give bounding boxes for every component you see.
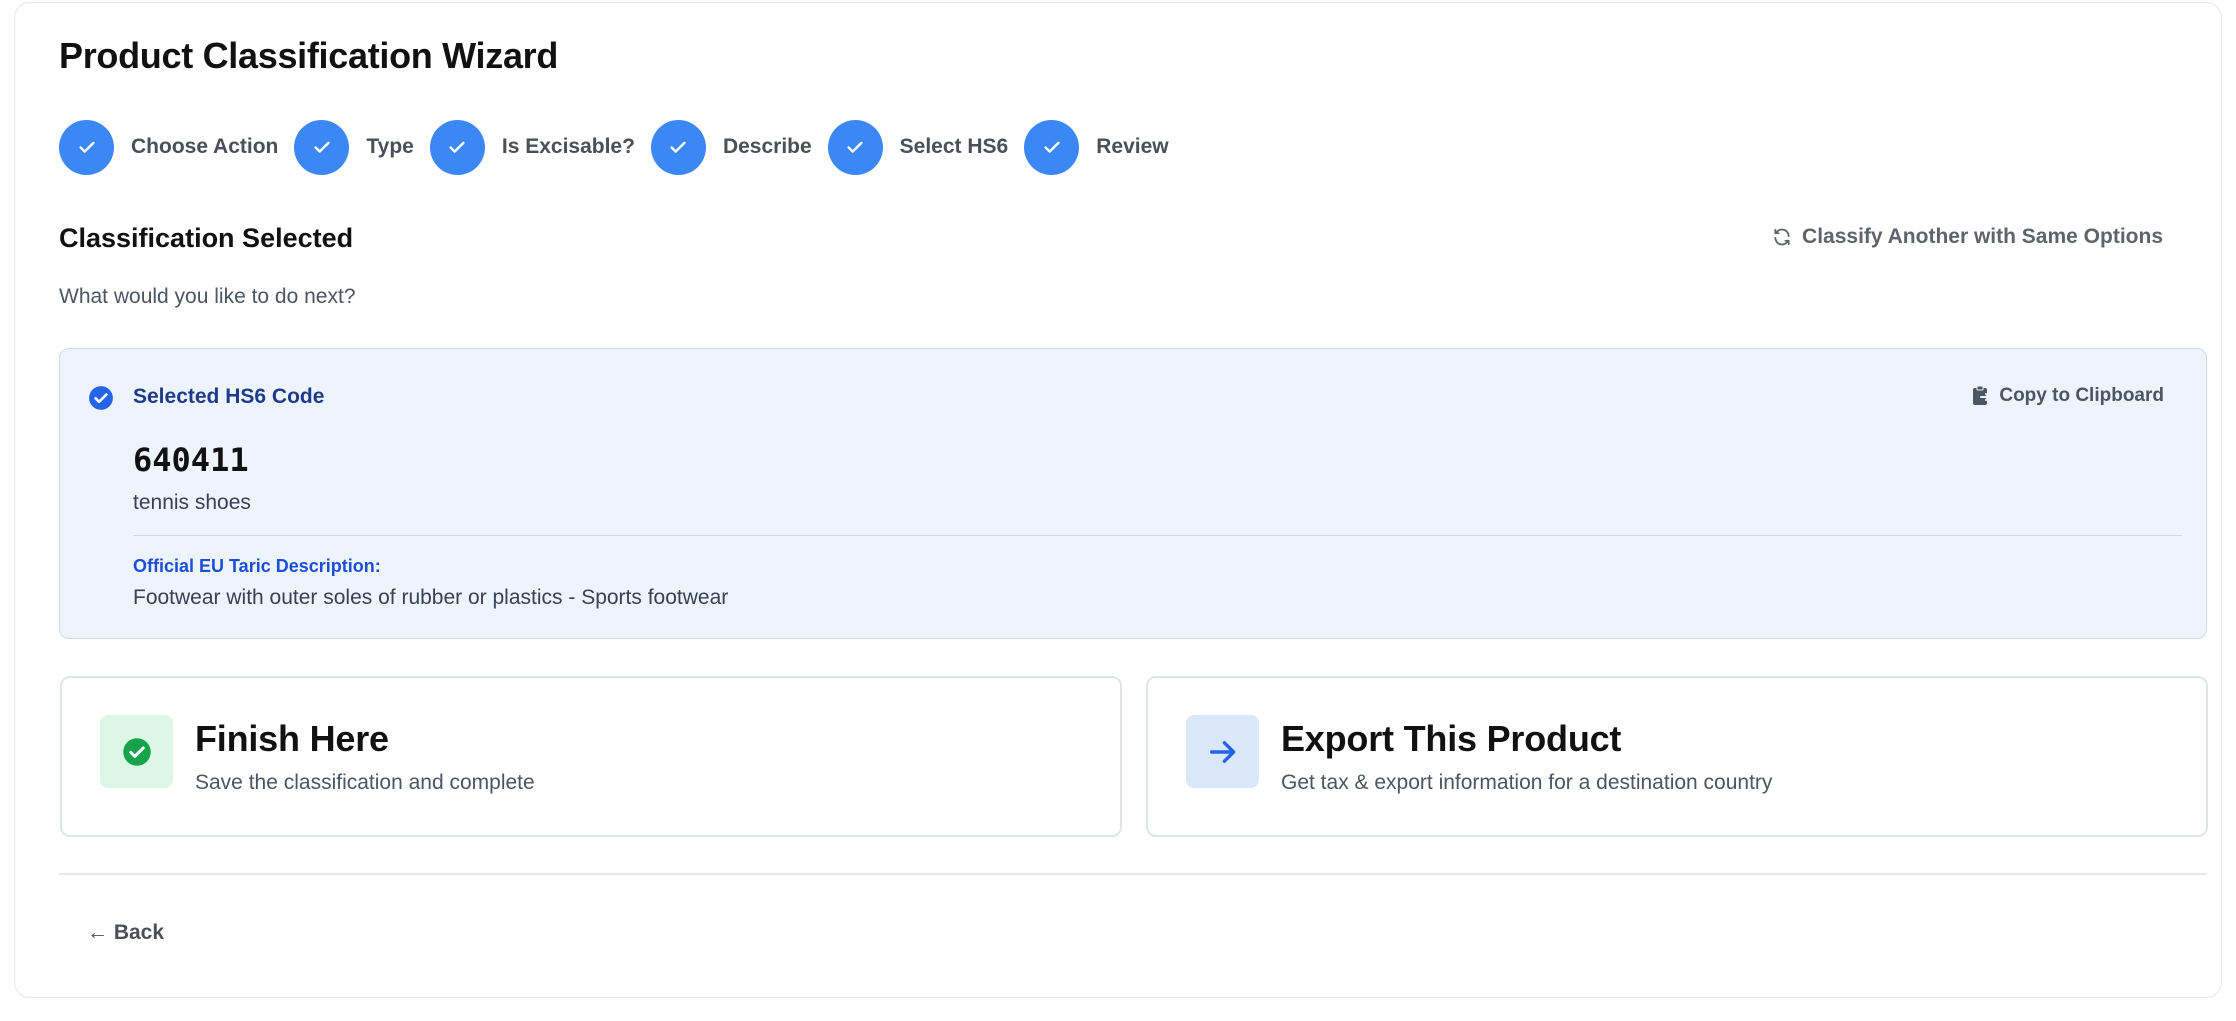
finish-title: Finish Here [195,718,389,759]
check-icon [294,119,350,175]
step-label: Select HS6 [899,135,1009,158]
check-circle-icon [122,737,151,766]
taric-description: Footwear with outer soles of rubber or p… [133,586,729,609]
clipboard-icon [1973,385,1991,405]
step-label: Review [1096,135,1169,158]
check-icon [1024,119,1080,175]
export-product-button[interactable]: Export This Product Get tax & export inf… [1146,676,2208,837]
page-title: Product Classification Wizard [59,35,559,76]
finish-subtitle: Save the classification and complete [195,771,535,794]
hs6-code: 640411 [133,441,249,479]
step-label: Type [366,135,414,158]
copy-to-clipboard-button[interactable]: Copy to Clipboard [1971,385,2164,407]
step-type[interactable]: Type [294,119,414,175]
stepper: Choose Action Type Is Excisable? Describ… [59,119,1185,175]
taric-label: Official EU Taric Description: [133,556,381,576]
footer-divider [59,873,2207,875]
check-icon [59,119,114,175]
section-title: Classification Selected [59,223,354,253]
selected-hs6-panel: Selected HS6 Code Copy to Clipboard 6404… [59,348,2207,639]
check-circle-icon [89,386,113,410]
step-label: Choose Action [131,135,279,158]
export-subtitle: Get tax & export information for a desti… [1281,771,1773,794]
selected-hs6-label: Selected HS6 Code [133,385,325,408]
finish-icon-box [100,715,173,788]
check-icon [650,119,706,175]
arrow-right-icon [1209,740,1235,763]
check-icon [827,119,883,175]
check-icon [429,119,485,175]
finish-here-button[interactable]: Finish Here Save the classification and … [60,676,1122,837]
step-select-hs6[interactable]: Select HS6 [827,119,1009,175]
wizard-card: Product Classification Wizard Choose Act… [14,2,2222,998]
step-describe[interactable]: Describe [650,119,812,175]
step-label: Is Excisable? [501,135,635,158]
export-title: Export This Product [1281,718,1622,759]
export-icon-box [1186,715,1259,788]
step-review[interactable]: Review [1024,119,1169,175]
panel-divider [133,535,2182,536]
refresh-icon [1774,228,1790,246]
step-choose-action[interactable]: Choose Action [59,119,279,175]
copy-to-clipboard-label: Copy to Clipboard [1999,385,2164,406]
classify-another-label: Classify Another with Same Options [1802,225,2163,248]
step-is-excisable[interactable]: Is Excisable? [429,119,635,175]
hs6-description: tennis shoes [133,491,251,514]
back-button[interactable]: ← Back [87,921,164,945]
classify-another-button[interactable]: Classify Another with Same Options [1772,225,2163,249]
section-subtitle: What would you like to do next? [59,285,356,308]
step-label: Describe [722,135,812,158]
